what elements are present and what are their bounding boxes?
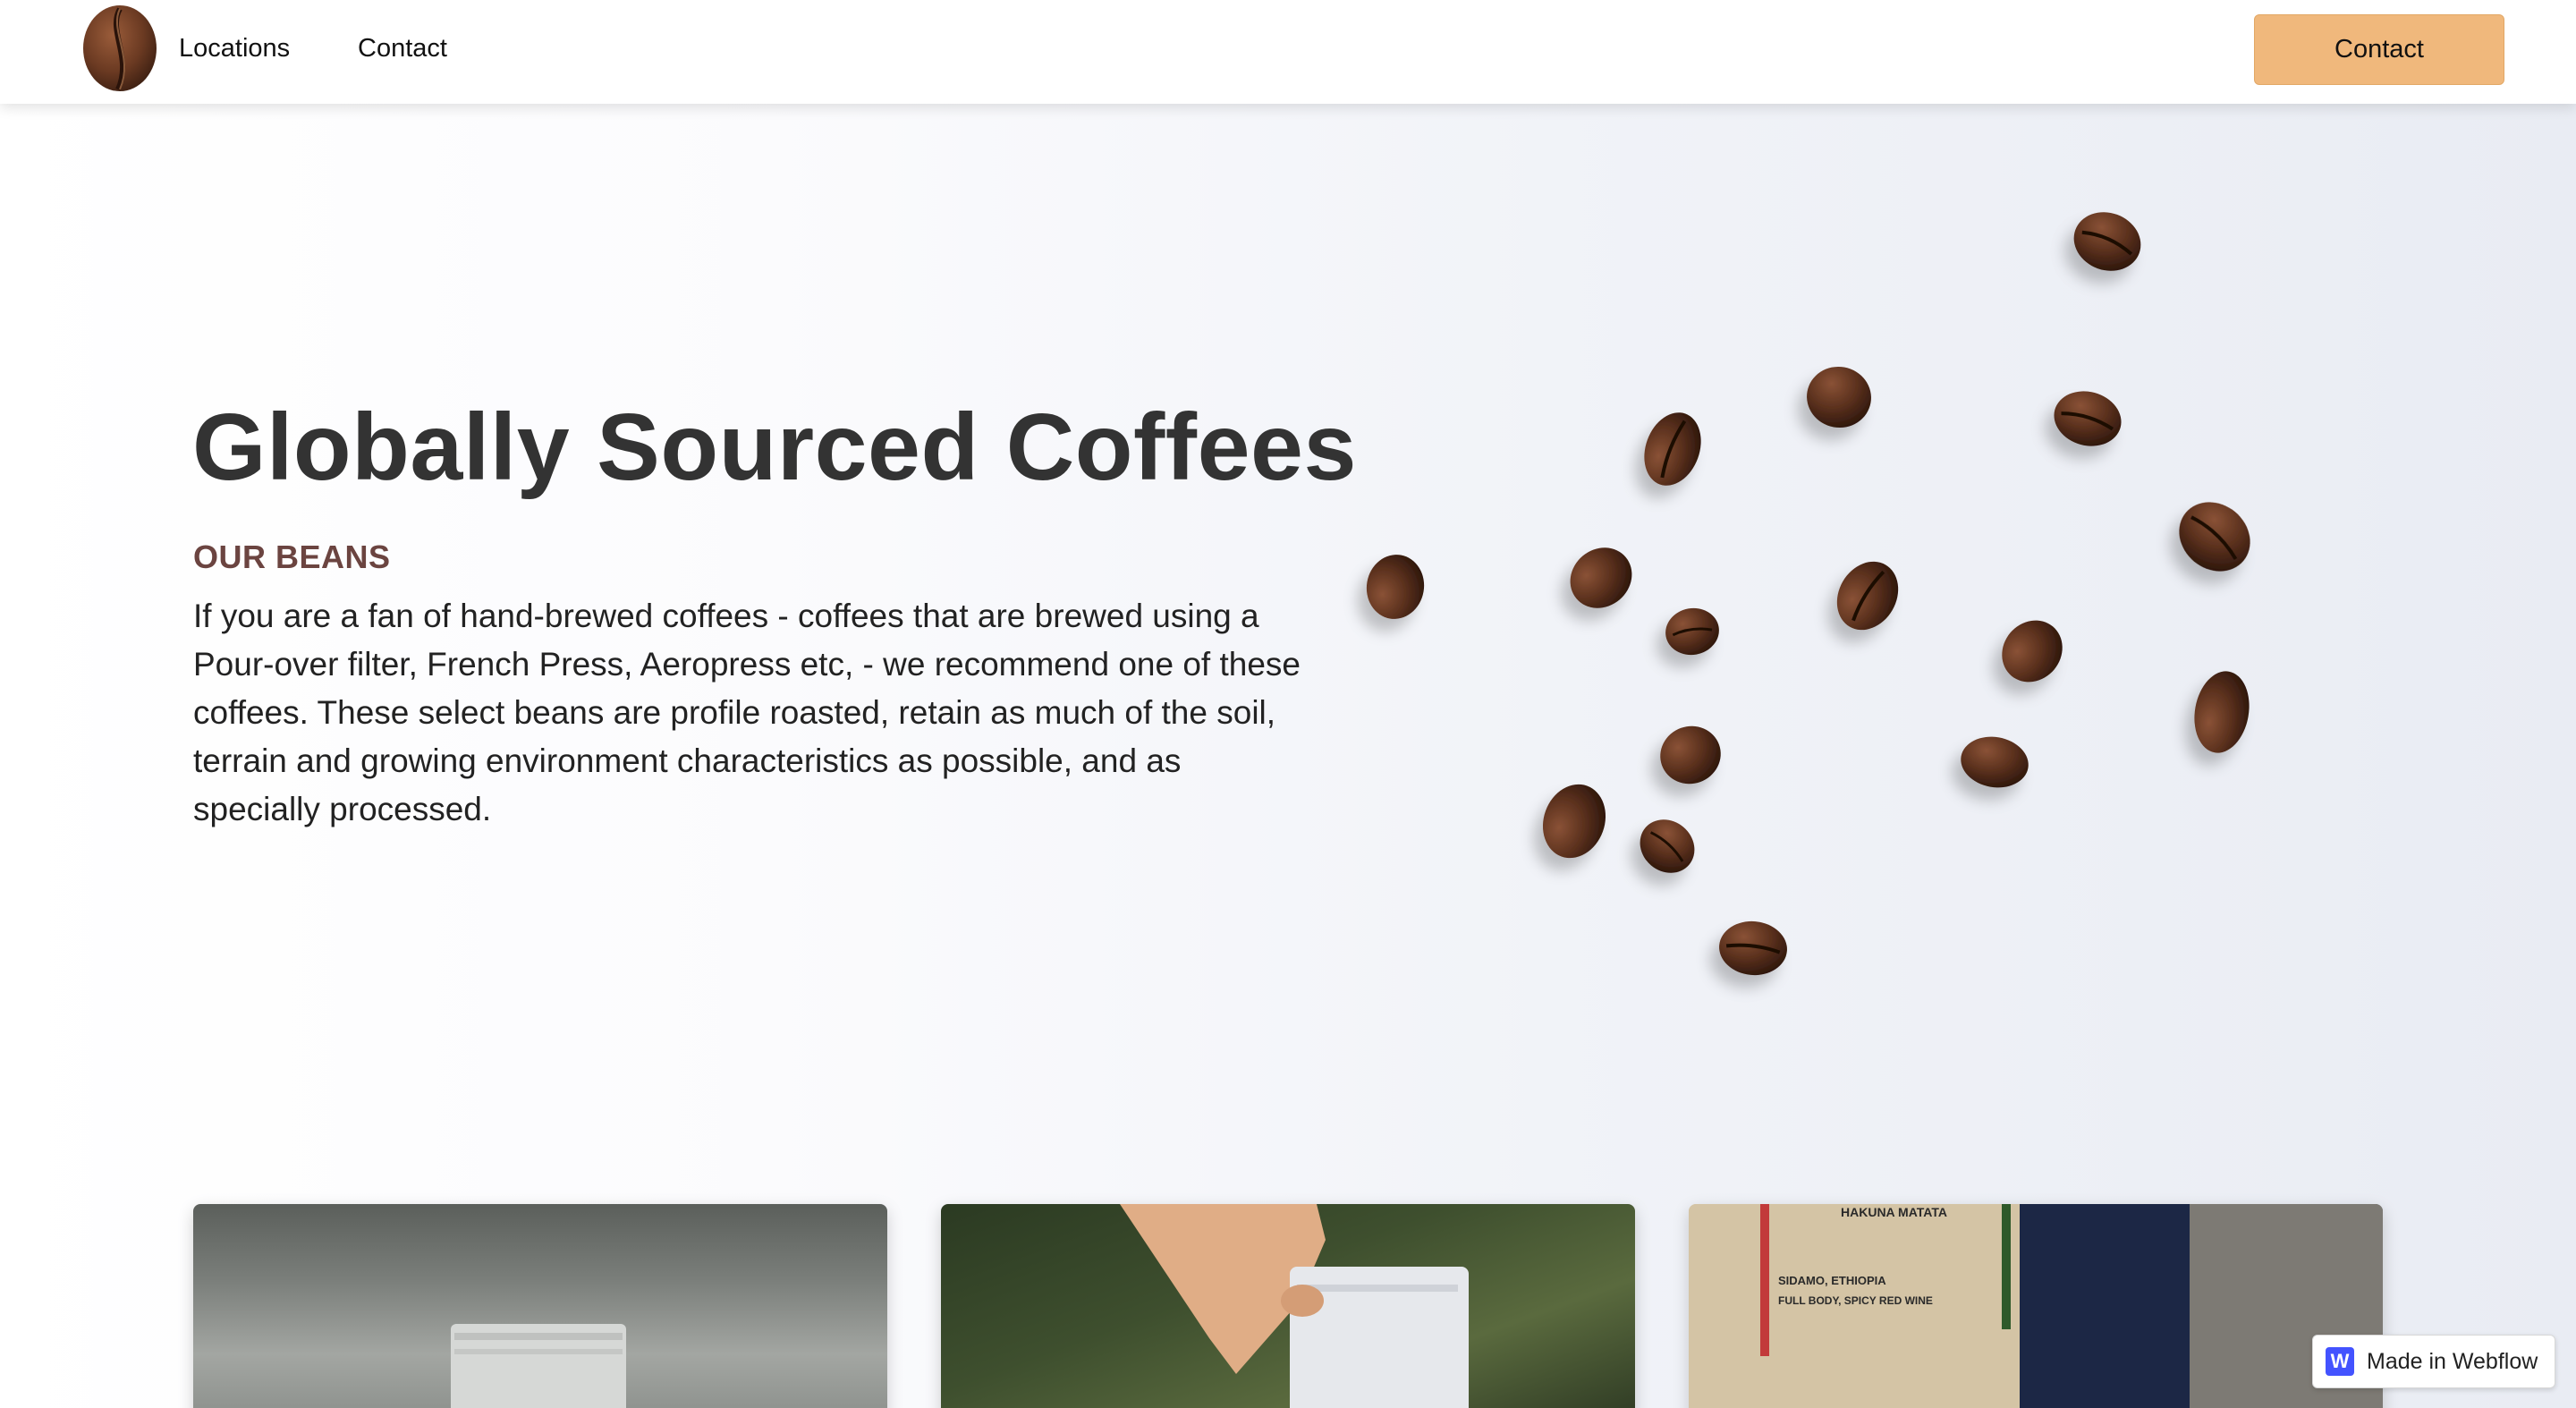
hero-subtitle: OUR BEANS (193, 539, 391, 575)
product-card-1[interactable] (193, 1204, 887, 1408)
nav-link-contact[interactable]: Contact (358, 34, 447, 64)
badge-label: Made in Webflow (2367, 1348, 2538, 1374)
made-in-webflow-badge[interactable]: W Made in Webflow (2312, 1335, 2555, 1388)
page: Locations Contact Contact Globally Sourc… (0, 0, 2576, 1408)
product-card-2[interactable] (941, 1204, 1635, 1408)
webflow-logo-icon: W (2326, 1347, 2354, 1376)
coffee-bean-icon[interactable] (80, 4, 159, 93)
bag-label-notes: FULL BODY, SPICY RED WINE (1778, 1294, 1933, 1307)
hand-holding-coffee-bag-photo (1120, 1204, 1469, 1408)
product-card-3[interactable]: HAKUNA MATATA SIDAMO, ETHIOPIA FULL BODY… (1689, 1204, 2383, 1408)
scattered-coffee-beans-image (1366, 212, 2250, 976)
contact-button[interactable]: Contact (2254, 14, 2504, 85)
bag-label-origin: SIDAMO, ETHIOPIA (1778, 1274, 1886, 1287)
hero-description: If you are a fan of hand-brewed coffees … (193, 598, 1301, 827)
white-coffee-bag-photo (451, 1324, 626, 1408)
bag-label-hakuna-matata: HAKUNA MATATA (1841, 1205, 1947, 1219)
hero-title: Globally Sourced Coffees (192, 394, 1357, 500)
nav-link-locations[interactable]: Locations (179, 34, 290, 64)
coffee-bags-shelf-photo: HAKUNA MATATA SIDAMO, ETHIOPIA FULL BODY… (1689, 1204, 2383, 1408)
navbar: Locations Contact Contact (0, 0, 2576, 104)
